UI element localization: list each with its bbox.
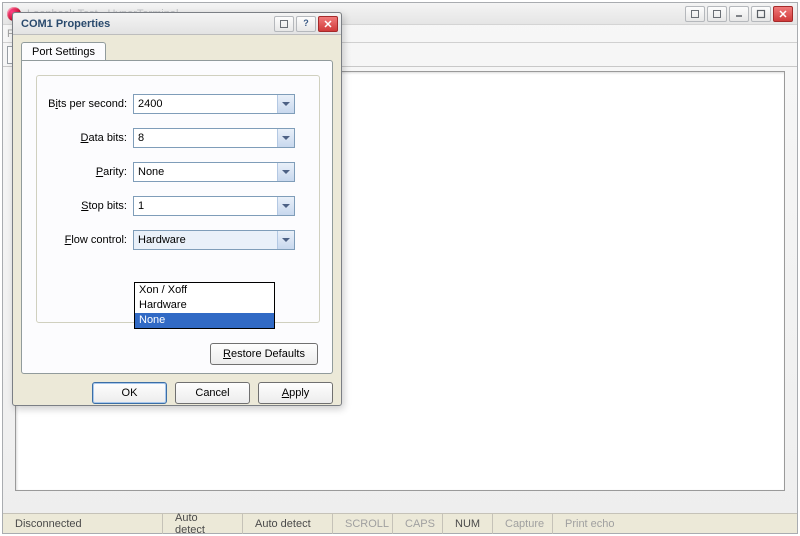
- databits-combo[interactable]: 8: [133, 128, 295, 148]
- bps-value: 2400: [138, 98, 162, 110]
- flow-option-hardware[interactable]: Hardware: [135, 298, 274, 313]
- status-autodetect-2: Auto detect: [243, 514, 333, 534]
- parity-label: Parity:: [37, 166, 133, 178]
- bps-label: Bits per second:: [37, 98, 133, 110]
- restore-defaults-button[interactable]: Restore Defaults: [210, 343, 318, 365]
- status-capture: Capture: [493, 514, 553, 534]
- databits-label: Data bits:: [37, 132, 133, 144]
- stopbits-value: 1: [138, 200, 144, 212]
- apply-button[interactable]: Apply: [258, 382, 333, 404]
- status-autodetect-1: Auto detect: [163, 514, 243, 534]
- status-num: NUM: [443, 514, 493, 534]
- status-bar: Disconnected Auto detect Auto detect SCR…: [3, 513, 797, 533]
- dialog-title: COM1 Properties: [21, 18, 110, 30]
- ok-button[interactable]: OK: [92, 382, 167, 404]
- flow-option-none[interactable]: None: [135, 313, 274, 328]
- chevron-down-icon: [277, 197, 294, 215]
- tab-port-settings[interactable]: Port Settings: [21, 42, 106, 61]
- parent-minimize-button[interactable]: [729, 6, 749, 22]
- stopbits-label: Stop bits:: [37, 200, 133, 212]
- dialog-titlebar: COM1 Properties ?: [13, 13, 341, 35]
- dialog-close-button[interactable]: [318, 16, 338, 32]
- cancel-button[interactable]: Cancel: [175, 382, 250, 404]
- parity-combo[interactable]: None: [133, 162, 295, 182]
- parity-value: None: [138, 166, 164, 178]
- tab-panel: Bits per second: 2400 Data bits: 8: [21, 60, 333, 374]
- dialog-extra-button[interactable]: [274, 16, 294, 32]
- flowcontrol-label: Flow control:: [37, 234, 133, 246]
- flowcontrol-combo[interactable]: Hardware: [133, 230, 295, 250]
- settings-group: Bits per second: 2400 Data bits: 8: [36, 75, 320, 323]
- flow-option-xonxoff[interactable]: Xon / Xoff: [135, 283, 274, 298]
- com-properties-dialog: COM1 Properties ? Port Settings Bits per…: [12, 12, 342, 406]
- stopbits-combo[interactable]: 1: [133, 196, 295, 216]
- status-scroll: SCROLL: [333, 514, 393, 534]
- parent-maximize-button[interactable]: [751, 6, 771, 22]
- chevron-down-icon: [277, 129, 294, 147]
- chevron-down-icon: [277, 95, 294, 113]
- dialog-help-button[interactable]: ?: [296, 16, 316, 32]
- parent-close-button[interactable]: [773, 6, 793, 22]
- parent-extra2-button[interactable]: [707, 6, 727, 22]
- bps-combo[interactable]: 2400: [133, 94, 295, 114]
- chevron-down-icon: [277, 163, 294, 181]
- status-caps: CAPS: [393, 514, 443, 534]
- flowcontrol-value: Hardware: [138, 234, 186, 246]
- status-connection: Disconnected: [3, 514, 163, 534]
- chevron-down-icon: [277, 231, 294, 249]
- status-printecho: Print echo: [553, 514, 633, 534]
- flowcontrol-dropdown: Xon / Xoff Hardware None: [134, 282, 275, 329]
- parent-extra1-button[interactable]: [685, 6, 705, 22]
- databits-value: 8: [138, 132, 144, 144]
